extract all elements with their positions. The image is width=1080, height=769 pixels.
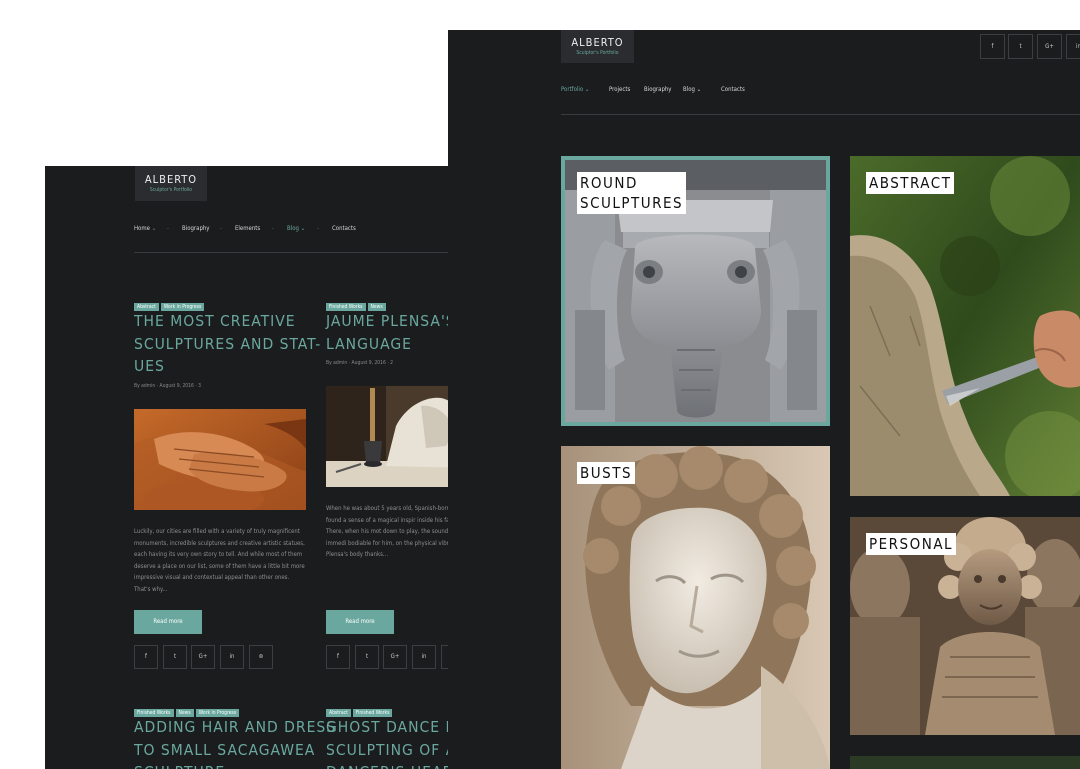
category-tile-busts[interactable]: BUSTS: [561, 446, 830, 769]
read-more-button[interactable]: Read more: [326, 610, 394, 634]
nav-item-biography[interactable]: Biography: [182, 225, 210, 232]
nav-item-blog[interactable]: Blog ⌄: [287, 225, 305, 232]
nav-divider: [134, 252, 448, 253]
twitter-icon[interactable]: t: [163, 645, 187, 669]
category-tile-abstract[interactable]: ABSTRACT: [850, 156, 1080, 496]
nav-item-elements[interactable]: Elements: [235, 225, 260, 232]
nav-separator: -: [317, 225, 319, 232]
post-meta: By admin · August 9, 2016 · 2: [326, 360, 394, 366]
linkedin-icon[interactable]: in: [1066, 34, 1080, 59]
category-label: ROUND SCULPTURES: [577, 172, 687, 214]
pinterest-icon[interactable]: ⊚: [441, 645, 448, 669]
blog-post: Finished WorksNews JAUME PLENSA'S VI LAN…: [326, 293, 448, 673]
facebook-icon[interactable]: f: [134, 645, 158, 669]
nav-item-biography[interactable]: Biography: [644, 86, 672, 93]
logo-name: ALBERTO: [144, 173, 198, 186]
post-meta: By admin · August 9, 2016 · 3: [134, 383, 202, 389]
nav-item-portfolio[interactable]: Portfolio ⌄: [561, 86, 589, 93]
twitter-icon[interactable]: t: [1008, 34, 1033, 59]
category-tile-partial[interactable]: [850, 756, 1080, 769]
category-label: BUSTS: [577, 462, 636, 484]
linkedin-icon[interactable]: in: [220, 645, 244, 669]
site-logo[interactable]: ALBERTO Sculptor's Portfolio: [135, 166, 207, 201]
google-plus-icon[interactable]: G+: [191, 645, 215, 669]
linkedin-icon[interactable]: in: [412, 645, 436, 669]
category-tile-round-sculptures[interactable]: ROUND SCULPTURES: [561, 156, 830, 426]
google-plus-icon[interactable]: G+: [383, 645, 407, 669]
post-image-hands-clay[interactable]: [134, 409, 306, 510]
post-image-marble-carving[interactable]: [326, 386, 448, 487]
pinterest-icon[interactable]: ⊚: [249, 645, 273, 669]
nav-separator: -: [167, 225, 169, 232]
post-excerpt: Luckily, our cities are filled with a va…: [134, 528, 305, 593]
nav-item-home[interactable]: Home ⌄: [134, 225, 156, 232]
twitter-icon[interactable]: t: [355, 645, 379, 669]
blog-post: AbstractFinished Works GHOST DANCE REA S…: [326, 699, 448, 769]
facebook-icon[interactable]: f: [980, 34, 1005, 59]
logo-name: ALBERTO: [571, 36, 624, 49]
blog-post: Finished Works News Work in Progress ADDIN…: [134, 699, 335, 769]
category-label: PERSONAL: [866, 533, 957, 555]
blog-post: Abstract Work in Progress THE MOST CREATI…: [134, 293, 320, 673]
nav-item-contacts[interactable]: Contacts: [332, 225, 356, 232]
facebook-icon[interactable]: f: [326, 645, 350, 669]
post-title[interactable]: ADDING HAIR AND DRESS TO SMALL SACAGAWEA…: [134, 716, 336, 769]
post-title[interactable]: THE MOST CREATIVE SCULPTURES AND STAT- U…: [134, 310, 321, 378]
nav-separator: -: [272, 225, 274, 232]
nav-separator: -: [220, 225, 222, 232]
post-title[interactable]: GHOST DANCE REA SCULPTING OF A DANCER'S …: [326, 716, 448, 769]
category-label: ABSTRACT: [866, 172, 955, 194]
post-title[interactable]: JAUME PLENSA'S VI LANGUAGE: [326, 310, 448, 355]
logo-tagline: Sculptor's Portfolio: [576, 50, 619, 56]
nav-item-contacts[interactable]: Contacts: [721, 86, 745, 93]
blog-page-screenshot: ALBERTO Sculptor's Portfolio Home ⌄ - Bi…: [45, 166, 448, 769]
google-plus-icon[interactable]: G+: [1037, 34, 1062, 59]
category-tile-personal[interactable]: PERSONAL: [850, 517, 1080, 735]
logo-tagline: Sculptor's Portfolio: [149, 187, 193, 193]
site-logo[interactable]: ALBERTO Sculptor's Portfolio: [561, 30, 634, 63]
nav-item-projects[interactable]: Projects: [609, 86, 630, 93]
nav-item-blog[interactable]: Blog ⌄: [683, 86, 701, 93]
post-excerpt: When he was about 5 years old, Spanish-b…: [326, 505, 448, 559]
read-more-button[interactable]: Read more: [134, 610, 202, 634]
portfolio-page-screenshot: ALBERTO Sculptor's Portfolio f t G+ in P…: [448, 30, 1080, 769]
nav-divider: [561, 114, 1080, 115]
